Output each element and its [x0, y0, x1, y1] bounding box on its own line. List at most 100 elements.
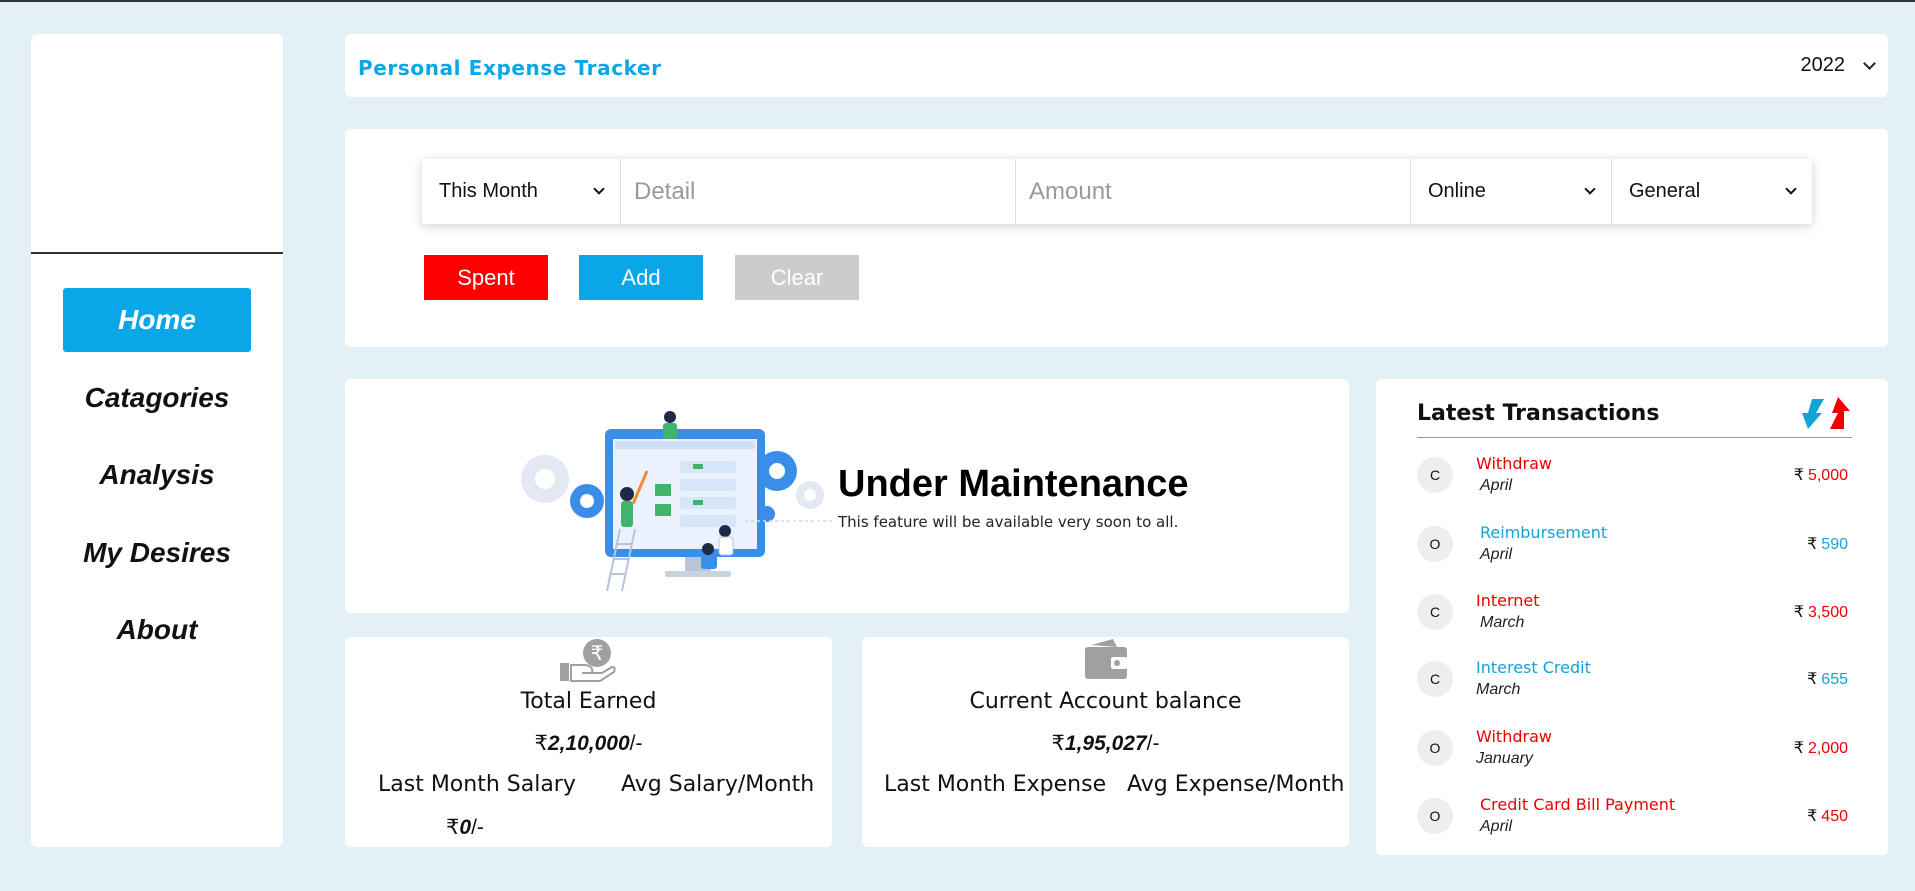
spent-button[interactable]: Spent [424, 255, 548, 300]
transaction-name: Withdraw [1476, 727, 1552, 746]
currency-symbol: ₹ [1793, 604, 1804, 621]
transaction-amount: ₹3,500 [1794, 602, 1848, 622]
transaction-name: Internet [1476, 591, 1540, 610]
transaction-month: April [1480, 818, 1513, 835]
amount-input[interactable]: Amount [1016, 159, 1411, 224]
transaction-type-badge: C [1417, 457, 1453, 493]
latest-transactions-card: Latest Transactions C Withdraw April ₹5,000… [1376, 379, 1888, 855]
transaction-month: March [1480, 614, 1525, 631]
currency-symbol: ₹ [1793, 740, 1804, 757]
chevron-down-icon [1785, 183, 1797, 195]
transaction-row[interactable]: O Withdraw January ₹2,000 [1417, 720, 1852, 780]
amount-input-placeholder: Amount [1029, 177, 1112, 205]
clear-button[interactable]: Clear [735, 255, 859, 300]
transaction-amount-value: 655 [1821, 671, 1848, 688]
account-balance-amount: 1,95,027 [1064, 732, 1147, 755]
entry-form: This Month Detail Amount Online General … [345, 129, 1888, 347]
chevron-down-icon [1584, 183, 1596, 195]
total-earned-card: ₹ Total Earned ₹2,10,000/- Last Month Sa… [345, 637, 832, 847]
transaction-row[interactable]: C Interest Credit March ₹655 [1417, 651, 1852, 711]
currency-symbol: ₹ [1051, 732, 1065, 755]
maintenance-subtitle: This feature will be available very soon… [838, 513, 1179, 531]
add-button[interactable]: Add [579, 255, 703, 300]
chevron-down-icon [593, 183, 605, 195]
account-balance-value: ₹1,95,027/- [862, 731, 1349, 756]
total-earned-value: ₹2,10,000/- [345, 731, 832, 756]
currency-symbol: ₹ [534, 732, 548, 755]
last-month-salary-value: ₹0/- [446, 815, 484, 840]
transaction-row[interactable]: C Internet March ₹3,500 [1417, 584, 1852, 644]
category-select-value: General [1629, 180, 1701, 202]
currency-symbol: ₹ [1807, 671, 1818, 688]
detail-input[interactable]: Detail [621, 159, 1016, 224]
transaction-amount-value: 590 [1821, 536, 1848, 553]
currency-symbol: ₹ [1793, 467, 1804, 484]
transaction-row[interactable]: C Withdraw April ₹5,000 [1417, 447, 1852, 507]
year-select-value: 2022 [1800, 54, 1846, 76]
earning-hand-icon: ₹ [559, 639, 616, 682]
sidebar-item-my-desires[interactable]: My Desires [63, 521, 251, 585]
transaction-amount: ₹2,000 [1794, 738, 1848, 758]
transaction-month: April [1480, 546, 1513, 563]
amount-suffix: /- [471, 816, 484, 839]
transaction-month: April [1480, 477, 1513, 494]
header: Personal Expense Tracker 2022 [345, 34, 1888, 97]
account-balance-label: Current Account balance [969, 689, 1242, 714]
transaction-type-badge: O [1417, 526, 1453, 562]
transaction-amount-value: 2,000 [1807, 740, 1848, 757]
transaction-amount: ₹5,000 [1794, 465, 1848, 485]
sidebar: Home Catagories Analysis My Desires Abou… [31, 34, 283, 847]
transactions-title: Latest Transactions [1417, 401, 1660, 426]
detail-input-placeholder: Detail [634, 177, 696, 205]
maintenance-card: Under Maintenance This feature will be a… [345, 379, 1349, 613]
transfer-arrows-icon[interactable] [1798, 395, 1858, 431]
amount-suffix: /- [629, 732, 643, 755]
transaction-name: Credit Card Bill Payment [1480, 795, 1676, 814]
last-month-expense-label: Last Month Expense [884, 772, 1107, 797]
transaction-amount: ₹655 [1807, 669, 1848, 689]
avg-salary-label: Avg Salary/Month [621, 772, 815, 797]
sidebar-item-catagories[interactable]: Catagories [63, 366, 251, 430]
transaction-amount-value: 3,500 [1807, 604, 1848, 621]
transaction-type-badge: O [1417, 730, 1453, 766]
sidebar-item-about[interactable]: About [63, 598, 251, 662]
transactions-divider [1417, 437, 1852, 438]
transaction-amount-value: 5,000 [1807, 467, 1848, 484]
mode-select-value: Online [1428, 180, 1486, 202]
last-month-salary-amount: 0 [459, 816, 472, 839]
period-select[interactable]: This Month [422, 159, 621, 224]
transaction-amount: ₹590 [1807, 534, 1848, 554]
transaction-type-badge: C [1417, 594, 1453, 630]
transaction-type-badge: O [1417, 798, 1453, 834]
transaction-row[interactable]: O Credit Card Bill Payment April ₹450 [1417, 788, 1852, 848]
mode-select[interactable]: Online [1411, 159, 1612, 224]
year-select[interactable]: 2022 [1800, 54, 1876, 77]
currency-symbol: ₹ [1807, 536, 1818, 553]
account-balance-card: Current Account balance ₹1,95,027/- Last… [862, 637, 1349, 847]
maintenance-illustration [521, 411, 835, 592]
amount-suffix: /- [1146, 732, 1160, 755]
transaction-name: Withdraw [1476, 454, 1552, 473]
transaction-name: Interest Credit [1476, 658, 1591, 677]
transaction-name: Reimbursement [1480, 523, 1608, 542]
chevron-down-icon [1863, 56, 1876, 70]
sidebar-item-home[interactable]: Home [63, 288, 251, 352]
entry-input-row: This Month Detail Amount Online General [422, 159, 1812, 224]
transaction-month: March [1476, 681, 1521, 698]
transaction-row[interactable]: O Reimbursement April ₹590 [1417, 516, 1852, 576]
sidebar-item-analysis[interactable]: Analysis [63, 443, 251, 507]
sidebar-divider [31, 252, 283, 254]
last-month-salary-label: Last Month Salary [378, 772, 576, 797]
currency-symbol: ₹ [1807, 808, 1818, 825]
category-select[interactable]: General [1612, 159, 1812, 224]
transaction-amount: ₹450 [1807, 806, 1848, 826]
period-select-value: This Month [439, 180, 538, 202]
total-earned-amount: 2,10,000 [547, 732, 630, 755]
avg-expense-label: Avg Expense/Month [1127, 772, 1345, 797]
transaction-type-badge: C [1417, 661, 1453, 697]
transaction-month: January [1476, 750, 1533, 767]
app-title: Personal Expense Tracker [358, 56, 662, 80]
wallet-icon [1084, 639, 1127, 679]
maintenance-title: Under Maintenance [838, 463, 1189, 505]
transaction-amount-value: 450 [1821, 808, 1848, 825]
